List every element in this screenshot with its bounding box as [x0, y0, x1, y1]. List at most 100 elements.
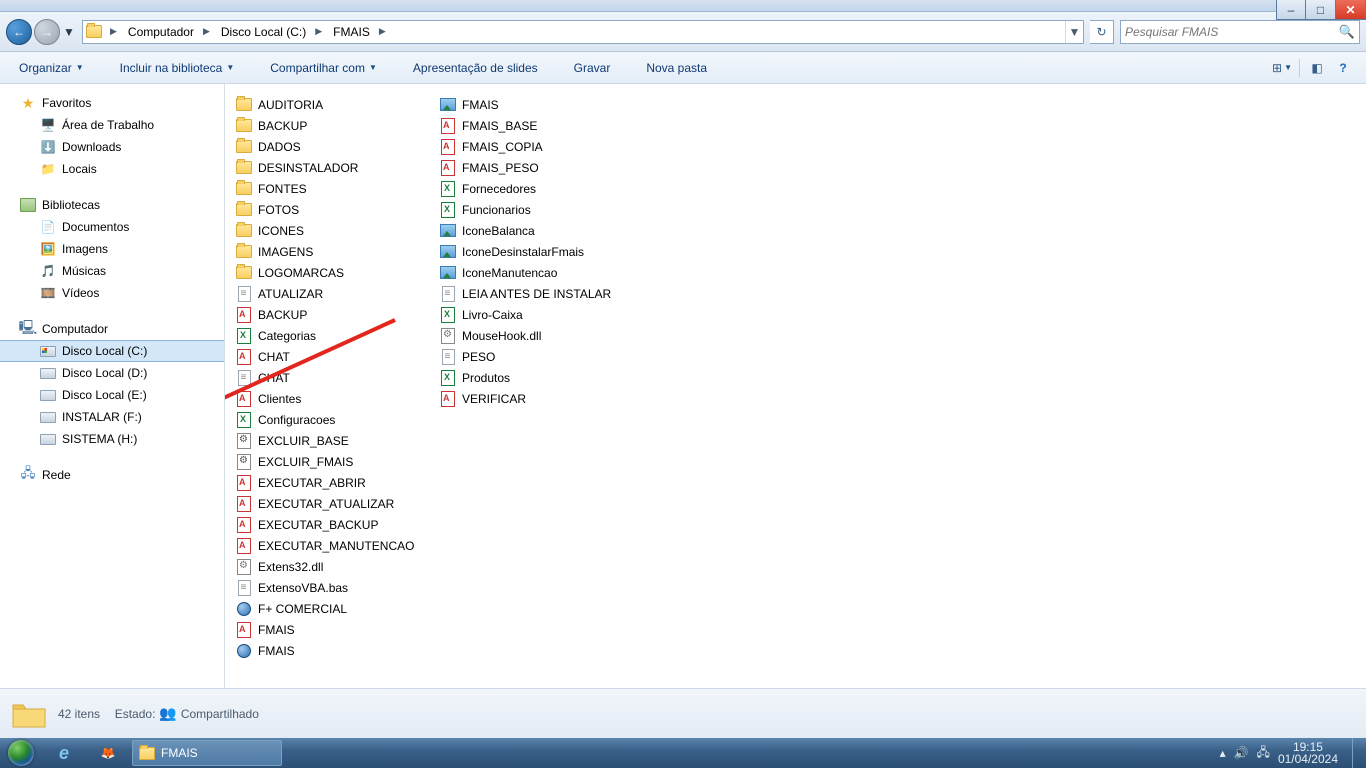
file-item[interactable]: Funcionarios	[437, 199, 627, 220]
file-item[interactable]: FMAIS_BASE	[437, 115, 627, 136]
file-item[interactable]: CHAT	[233, 367, 423, 388]
file-item[interactable]: FMAIS	[233, 619, 423, 640]
preview-pane-button[interactable]: ◧	[1304, 57, 1330, 79]
search-box[interactable]: 🔍	[1120, 20, 1360, 44]
file-item[interactable]: FMAIS_PESO	[437, 157, 627, 178]
back-button[interactable]: ←	[6, 19, 32, 45]
file-item[interactable]: EXECUTAR_BACKUP	[233, 514, 423, 535]
file-item[interactable]: Fornecedores	[437, 178, 627, 199]
file-item[interactable]: VERIFICAR	[437, 388, 627, 409]
file-item[interactable]: F+ COMERCIAL	[233, 598, 423, 619]
close-button[interactable]: ✕	[1336, 0, 1366, 20]
file-item[interactable]: EXECUTAR_MANUTENCAO	[233, 535, 423, 556]
file-item[interactable]: EXCLUIR_BASE	[233, 430, 423, 451]
file-item[interactable]: FMAIS	[233, 640, 423, 661]
refresh-button[interactable]: ↻	[1090, 20, 1114, 44]
file-item[interactable]: Categorias	[233, 325, 423, 346]
sidebar-item-drive-f[interactable]: INSTALAR (F:)	[0, 406, 224, 428]
chevron-right-icon[interactable]: ▶	[105, 26, 122, 37]
file-item[interactable]: FMAIS_COPIA	[437, 136, 627, 157]
tray-clock[interactable]: 19:15 01/04/2024	[1278, 741, 1338, 765]
file-item[interactable]: Livro-Caixa	[437, 304, 627, 325]
taskbar-pinned-ie[interactable]: e	[42, 738, 86, 768]
file-item[interactable]: EXECUTAR_ABRIR	[233, 472, 423, 493]
file-item[interactable]: IconeManutencao	[437, 262, 627, 283]
sidebar-item-recent-places[interactable]: 📁Locais	[0, 158, 224, 180]
file-item[interactable]: DADOS	[233, 136, 423, 157]
show-desktop-button[interactable]	[1352, 738, 1362, 768]
file-item[interactable]: EXECUTAR_ATUALIZAR	[233, 493, 423, 514]
sidebar-item-drive-e[interactable]: Disco Local (E:)	[0, 384, 224, 406]
sidebar-header-libraries[interactable]: Bibliotecas	[0, 194, 224, 216]
file-item[interactable]: Extens32.dll	[233, 556, 423, 577]
view-options-button[interactable]: ⊞▼	[1269, 57, 1295, 79]
share-with-button[interactable]: Compartilhar com▼	[261, 56, 386, 80]
file-item[interactable]: LEIA ANTES DE INSTALAR	[437, 283, 627, 304]
sidebar-item-downloads[interactable]: ⬇️Downloads	[0, 136, 224, 158]
forward-button[interactable]: →	[34, 19, 60, 45]
sidebar-item-documents[interactable]: 📄Documentos	[0, 216, 224, 238]
sidebar-header-computer[interactable]: 🖳Computador	[0, 318, 224, 340]
include-library-button[interactable]: Incluir na biblioteca▼	[111, 56, 244, 80]
start-button[interactable]	[0, 738, 42, 768]
file-item[interactable]: ExtensoVBA.bas	[233, 577, 423, 598]
item-count-label: 42 itens	[58, 707, 100, 721]
burn-button[interactable]: Gravar	[565, 56, 620, 80]
recent-locations-button[interactable]: ▼	[62, 19, 76, 45]
tray-volume-icon[interactable]: 🔊	[1234, 746, 1249, 760]
file-item[interactable]: IconeBalanca	[437, 220, 627, 241]
file-item[interactable]: DESINSTALADOR	[233, 157, 423, 178]
new-folder-button[interactable]: Nova pasta	[637, 56, 716, 80]
sidebar-item-music[interactable]: 🎵Músicas	[0, 260, 224, 282]
file-item[interactable]: FOTOS	[233, 199, 423, 220]
chevron-right-icon[interactable]: ▶	[374, 26, 391, 37]
address-history-button[interactable]: ▼	[1065, 21, 1083, 43]
maximize-button[interactable]: □	[1306, 0, 1336, 20]
file-item[interactable]: EXCLUIR_FMAIS	[233, 451, 423, 472]
file-item[interactable]: ATUALIZAR	[233, 283, 423, 304]
file-item[interactable]: BACKUP	[233, 304, 423, 325]
file-item[interactable]: PESO	[437, 346, 627, 367]
file-item[interactable]: Configuracoes	[233, 409, 423, 430]
file-item[interactable]: ICONES	[233, 220, 423, 241]
sidebar-item-videos[interactable]: 🎞️Vídeos	[0, 282, 224, 304]
sidebar-item-desktop[interactable]: 🖥️Área de Trabalho	[0, 114, 224, 136]
file-item[interactable]: Clientes	[233, 388, 423, 409]
tray-network-icon[interactable]: 🖧	[1257, 743, 1270, 764]
slideshow-button[interactable]: Apresentação de slides	[404, 56, 547, 80]
application-icon	[237, 644, 251, 658]
crumb-computer[interactable]: Computador	[122, 21, 198, 43]
taskbar-pinned-firefox[interactable]: 🦊	[86, 738, 130, 768]
sidebar-item-drive-c[interactable]: Disco Local (C:)	[0, 340, 224, 362]
file-item[interactable]: BACKUP	[233, 115, 423, 136]
sidebar-header-favorites[interactable]: ★Favoritos	[0, 92, 224, 114]
taskbar-task-explorer[interactable]: FMAIS	[132, 740, 282, 766]
file-item[interactable]: IconeDesinstalarFmais	[437, 241, 627, 262]
tray-show-hidden-button[interactable]: ▴	[1220, 746, 1226, 760]
address-bar[interactable]: ▶ Computador ▶ Disco Local (C:) ▶ FMAIS …	[82, 20, 1084, 44]
chevron-right-icon[interactable]: ▶	[310, 26, 327, 37]
minimize-button[interactable]: –	[1276, 0, 1306, 20]
chevron-right-icon[interactable]: ▶	[198, 26, 215, 37]
crumb-fmais[interactable]: FMAIS	[327, 21, 374, 43]
file-item[interactable]: LOGOMARCAS	[233, 262, 423, 283]
file-list-pane[interactable]: AUDITORIABACKUPDADOSDESINSTALADORFONTESF…	[225, 84, 1366, 688]
file-name-label: CHAT	[258, 350, 290, 364]
sidebar-item-pictures[interactable]: 🖼️Imagens	[0, 238, 224, 260]
search-input[interactable]	[1125, 25, 1339, 39]
sidebar-item-drive-d[interactable]: Disco Local (D:)	[0, 362, 224, 384]
file-item[interactable]: IMAGENS	[233, 241, 423, 262]
file-item[interactable]: Produtos	[437, 367, 627, 388]
file-item[interactable]: MouseHook.dll	[437, 325, 627, 346]
file-item[interactable]: AUDITORIA	[233, 94, 423, 115]
organize-button[interactable]: Organizar▼	[10, 56, 93, 80]
sidebar-item-drive-h[interactable]: SISTEMA (H:)	[0, 428, 224, 450]
sidebar-header-network[interactable]: 🖧Rede	[0, 464, 224, 486]
help-button[interactable]: ?	[1330, 57, 1356, 79]
file-item[interactable]: FONTES	[233, 178, 423, 199]
file-item[interactable]: CHAT	[233, 346, 423, 367]
crumb-drive-c[interactable]: Disco Local (C:)	[215, 21, 310, 43]
file-name-label: Produtos	[462, 371, 510, 385]
file-item[interactable]: FMAIS	[437, 94, 627, 115]
access-icon	[441, 139, 455, 155]
